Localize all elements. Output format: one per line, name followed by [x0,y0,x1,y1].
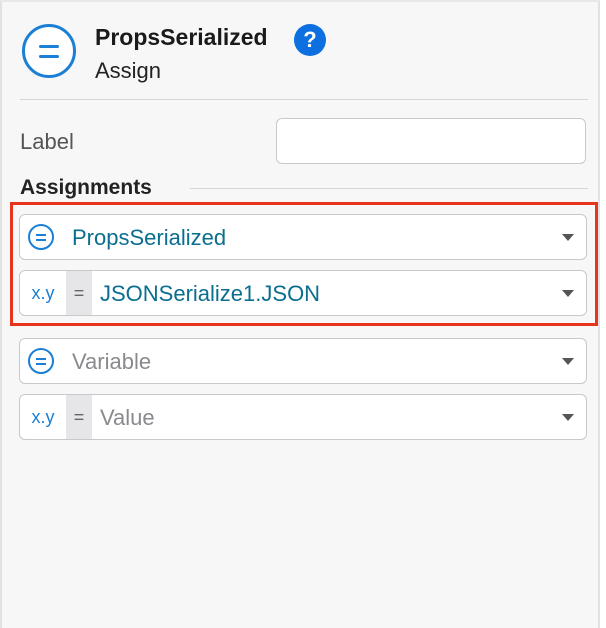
assignment-value-dropdown-empty[interactable]: x.y = Value [19,394,587,440]
expression-icon: x.y [31,407,55,427]
assign-icon [22,24,76,78]
assignments-divider [190,188,588,189]
label-field-label: Label [20,129,74,154]
highlight-box [10,202,598,326]
assignments-heading: Assignments [20,176,152,199]
label-input[interactable] [276,118,586,164]
panel-header: PropsSerialized ? Assign [20,20,590,100]
element-type: Assign [95,58,162,83]
chevron-down-icon[interactable] [562,414,574,421]
value-placeholder: Value [100,405,155,430]
chevron-down-icon[interactable] [562,358,574,365]
equals-badge: = [66,395,92,439]
variable-icon [28,348,54,374]
assignment-variable-dropdown-empty[interactable]: Variable [19,338,587,384]
header-divider [20,99,588,100]
variable-placeholder: Variable [72,349,152,374]
element-title: PropsSerialized [95,24,268,50]
help-icon[interactable]: ? [294,24,326,56]
